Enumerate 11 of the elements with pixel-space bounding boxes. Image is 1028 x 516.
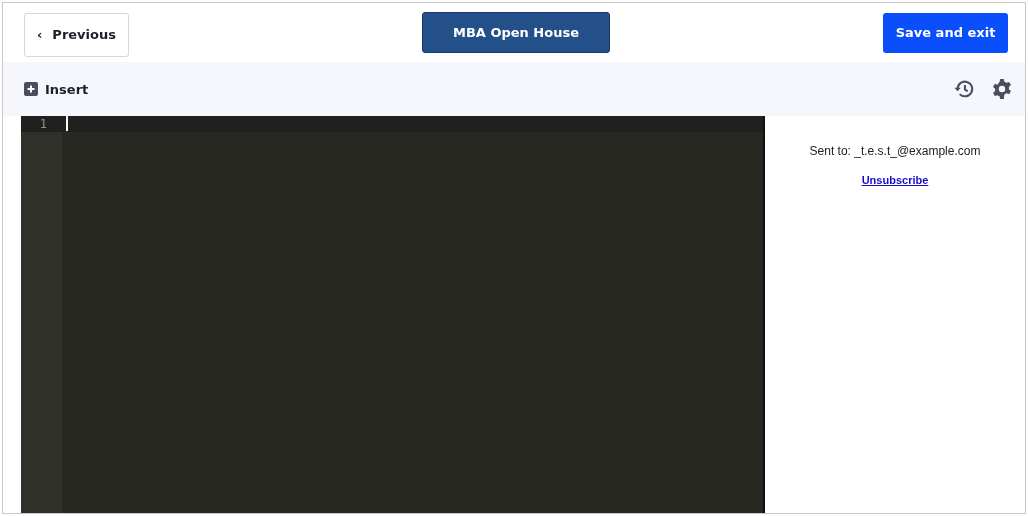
code-editor[interactable]: 1	[21, 116, 765, 513]
previous-button[interactable]: ‹ Previous	[24, 12, 129, 57]
insert-button[interactable]: Insert	[24, 81, 89, 97]
title-button[interactable]: MBA Open House	[422, 12, 610, 53]
history-icon[interactable]	[953, 78, 975, 100]
save-button[interactable]: Save and exit	[883, 12, 1008, 53]
unsubscribe-link[interactable]: Unsubscribe	[861, 174, 929, 186]
line-number: 1	[21, 116, 62, 132]
settings-icon[interactable]	[991, 78, 1013, 100]
recipient-text: Sent to: _t.e.s.t_@example.com	[809, 144, 981, 158]
plus-icon	[24, 82, 38, 96]
